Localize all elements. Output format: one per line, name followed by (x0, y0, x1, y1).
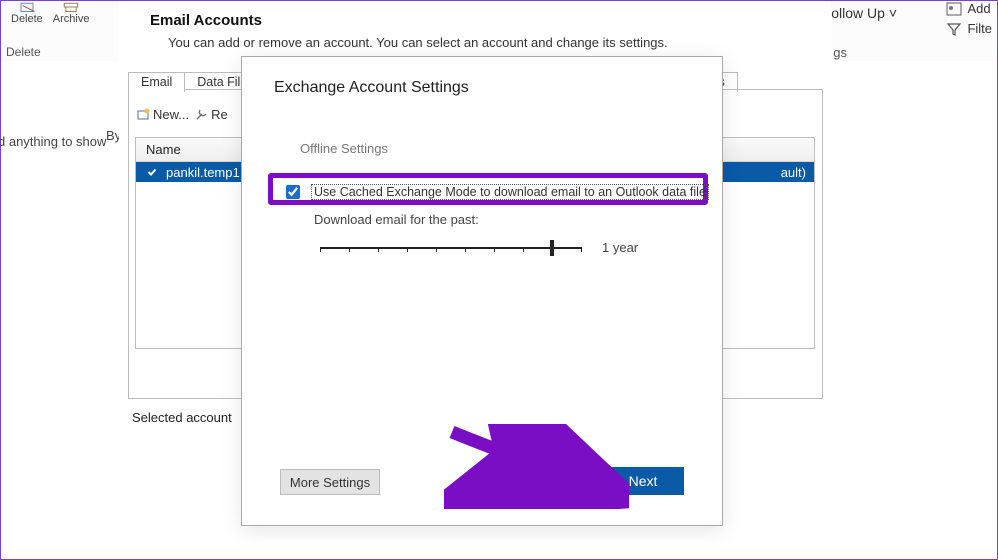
slider-thumb[interactable] (550, 240, 554, 256)
follow-up-label: Follow Up (823, 5, 885, 21)
filter-label: Filte (967, 21, 992, 36)
cached-exchange-label: Use Cached Exchange Mode to download ema… (311, 184, 709, 200)
column-header-name: Name (136, 142, 181, 157)
account-toolbar: New... Re (136, 107, 228, 122)
ribbon-delete-archive-group: Delete Archive (6, 1, 89, 25)
filter-button[interactable]: Filte (946, 21, 992, 36)
delete-icon (18, 1, 36, 13)
new-account-button[interactable]: New... (136, 107, 189, 122)
add-label: Add (967, 1, 990, 16)
add-contact-button[interactable]: Add (946, 1, 992, 16)
repair-account-button[interactable]: Re (194, 107, 228, 122)
exchange-settings-dialog: Exchange Account Settings Offline Settin… (241, 56, 723, 526)
ribbon-group-delete-label: Delete (6, 45, 41, 59)
download-range-label: Download email for the past: (314, 212, 479, 227)
tab-email[interactable]: Email (128, 72, 185, 92)
archive-label: Archive (53, 13, 90, 25)
slider-value-label: 1 year (602, 240, 638, 255)
account-settings-title: Email Accounts (150, 12, 262, 29)
slider-track[interactable] (320, 247, 582, 249)
funnel-icon (946, 22, 962, 36)
contact-card-icon (946, 2, 962, 16)
account-row-default-suffix: ault) (781, 165, 806, 180)
account-settings-subtitle: You can add or remove an account. You ca… (168, 35, 668, 50)
repair-icon (194, 108, 208, 122)
nothing-to-show-label: d anything to show (0, 134, 118, 149)
selected-account-label: Selected account (132, 410, 232, 425)
offline-settings-section-label: Offline Settings (300, 141, 388, 156)
cached-exchange-checkbox-row[interactable]: Use Cached Exchange Mode to download ema… (282, 182, 709, 202)
download-range-slider[interactable]: 1 year (320, 240, 638, 255)
exchange-settings-title: Exchange Account Settings (274, 79, 469, 97)
cached-exchange-checkbox[interactable] (286, 185, 300, 199)
delete-button[interactable]: Delete (11, 1, 43, 25)
more-settings-button[interactable]: More Settings (280, 469, 380, 495)
next-button[interactable]: Next (602, 467, 684, 495)
account-row-email: pankil.temp1 (166, 165, 240, 180)
follow-up-button[interactable]: Follow Up ˅ (823, 5, 897, 21)
new-label: New... (153, 107, 189, 122)
delete-label: Delete (11, 13, 43, 25)
chevron-down-icon: ˅ (889, 5, 897, 21)
repair-label: Re (211, 107, 228, 122)
archive-icon (62, 1, 80, 13)
default-account-check-icon (144, 164, 160, 180)
ribbon-group-tags-label: gs (833, 45, 847, 60)
new-icon (136, 108, 150, 122)
slider-ticks (320, 248, 582, 252)
archive-button[interactable]: Archive (53, 1, 90, 25)
